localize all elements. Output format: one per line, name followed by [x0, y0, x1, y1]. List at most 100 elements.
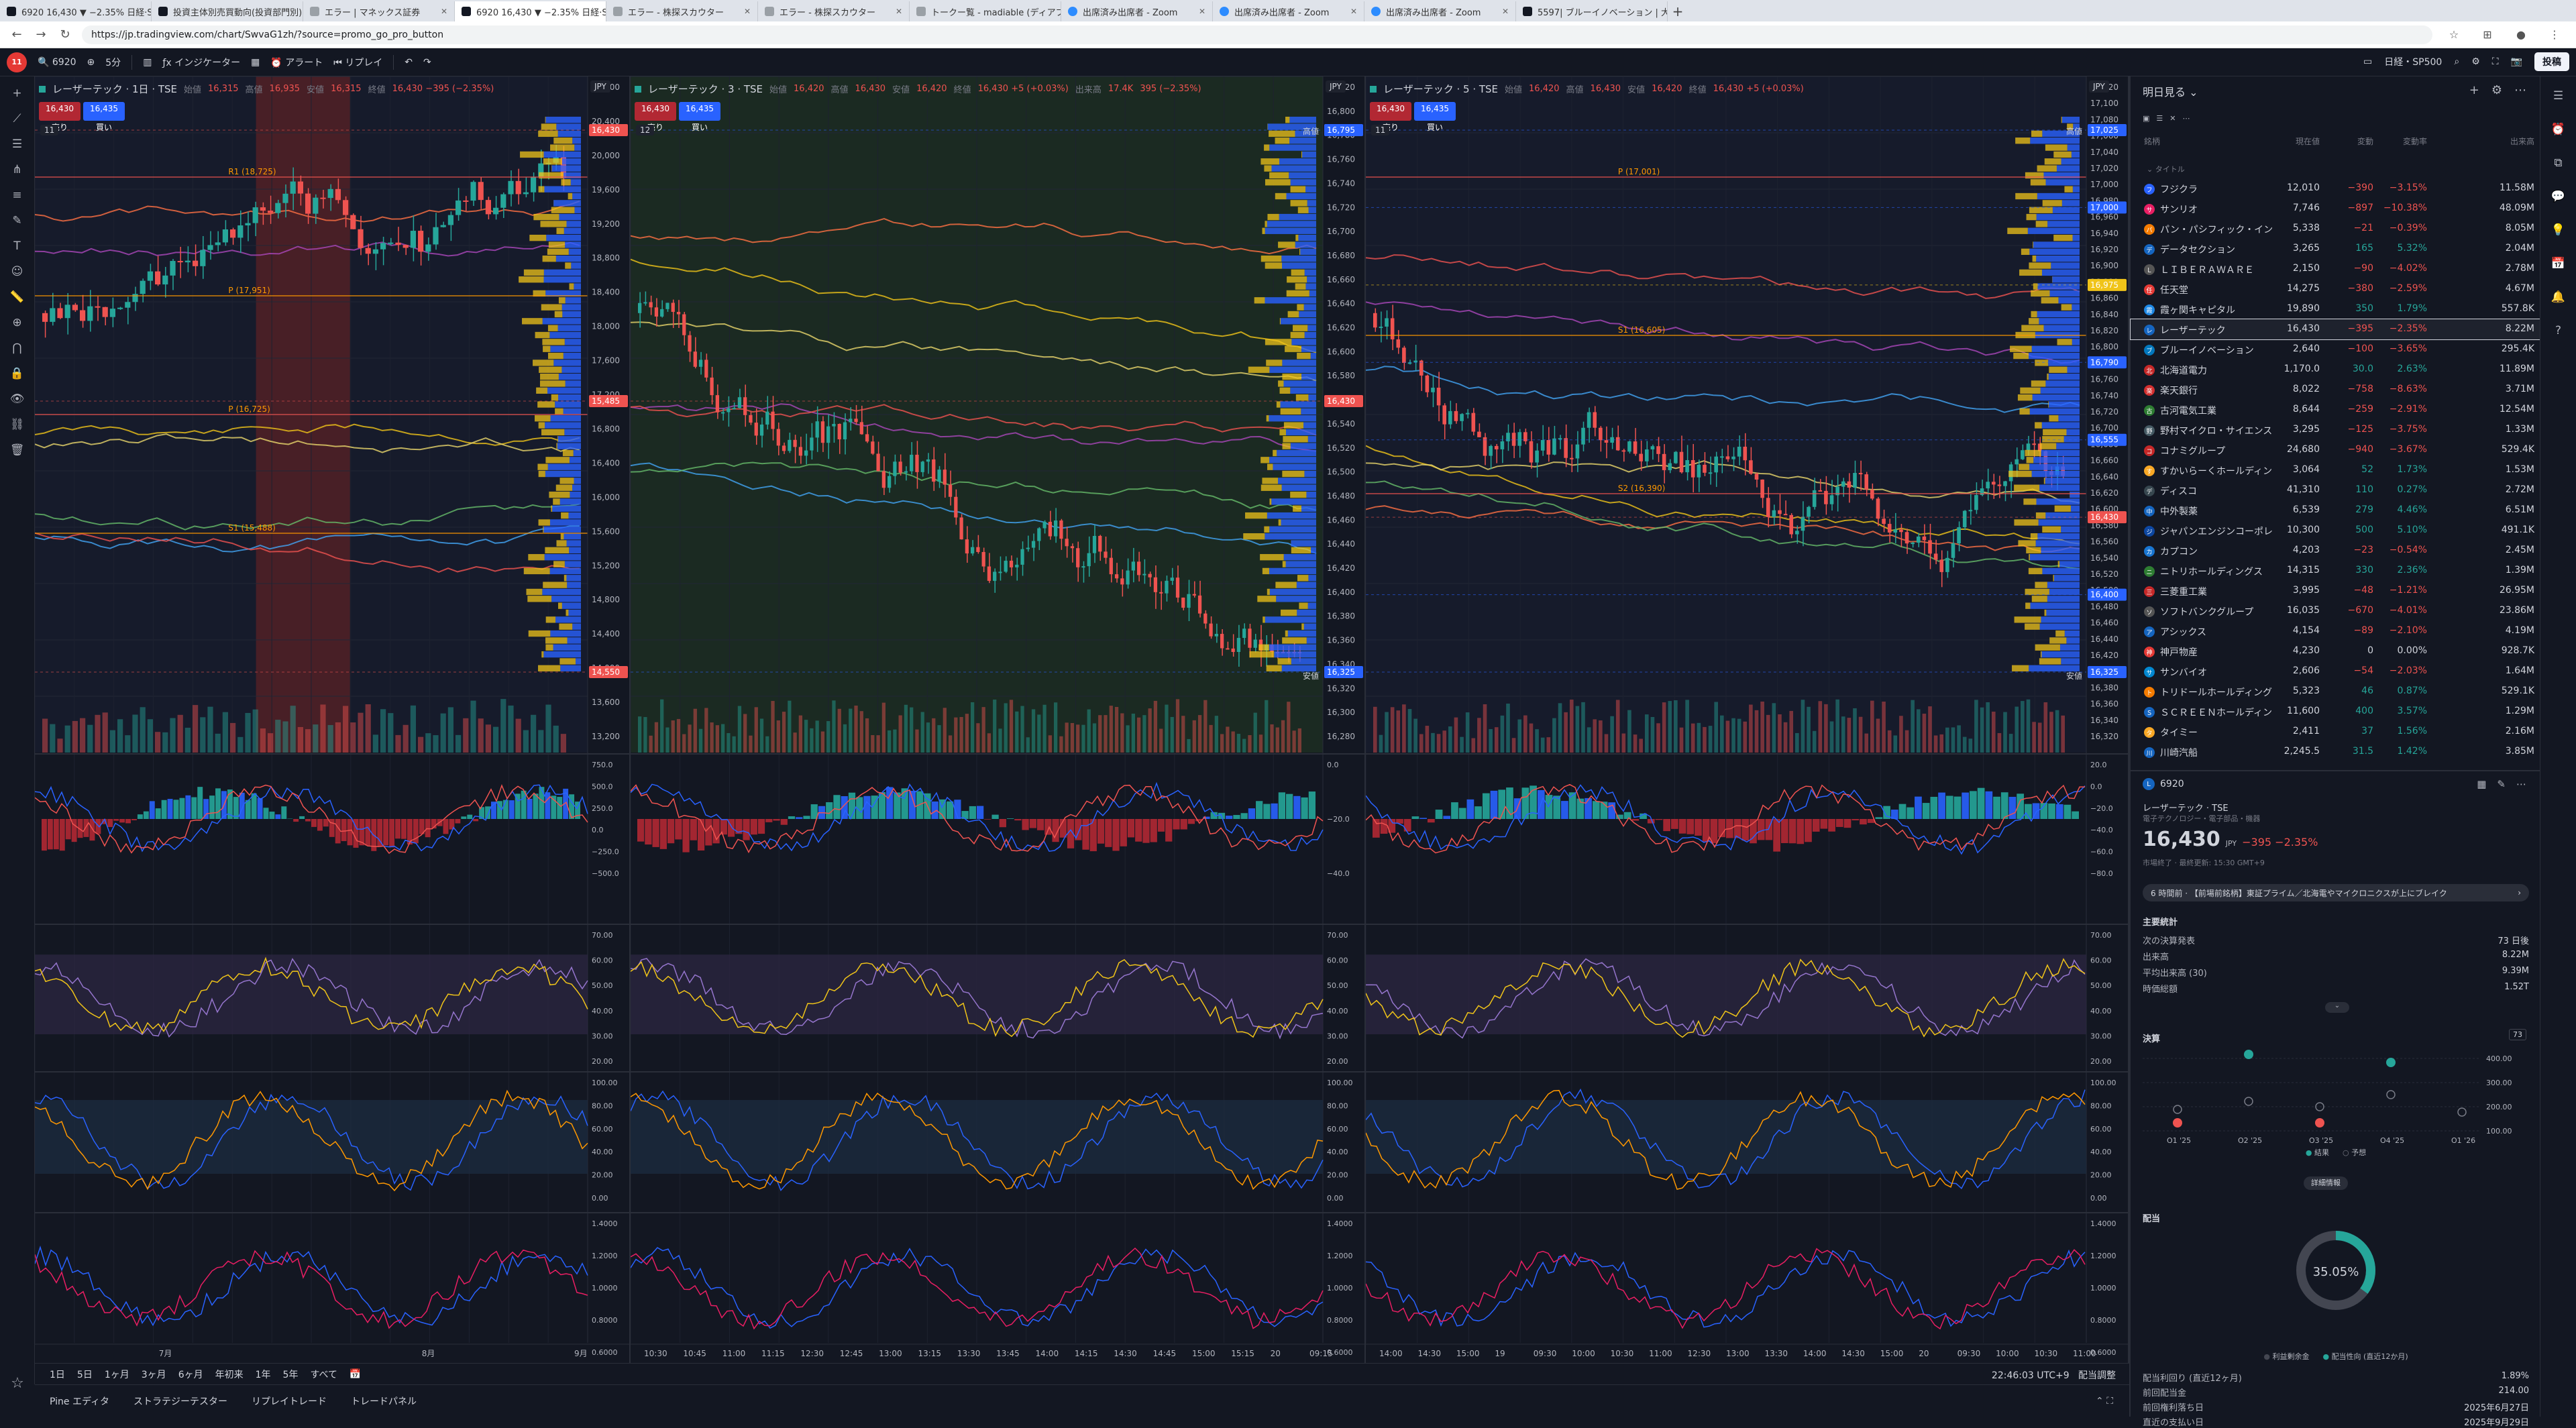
- range-button[interactable]: 年初来: [215, 1368, 244, 1381]
- layout-name[interactable]: 日経・SP500: [2384, 55, 2442, 68]
- buy-button[interactable]: 16,435買い: [679, 102, 720, 121]
- pitchfork-icon[interactable]: ⋔: [7, 160, 28, 180]
- publish-button[interactable]: 投稿: [2534, 52, 2569, 71]
- browser-tab[interactable]: エラー | マネックス証券✕: [303, 1, 455, 21]
- bottom-tab[interactable]: ストラテジーテスター: [133, 1394, 227, 1408]
- fullscreen-icon[interactable]: ⛶: [2492, 56, 2499, 67]
- range-button[interactable]: 1ヶ月: [105, 1368, 129, 1381]
- quick-search-icon[interactable]: ⌕: [2454, 56, 2459, 67]
- watchlist-row[interactable]: 任任天堂14,275−380−2.59%4.67M: [2131, 279, 2541, 299]
- col-last[interactable]: 現在値: [2296, 135, 2320, 147]
- reload-icon[interactable]: ↻: [58, 28, 72, 42]
- more-icon[interactable]: ⋯: [2516, 778, 2526, 790]
- close-icon[interactable]: ✕: [1502, 7, 1509, 16]
- sell-button[interactable]: 16,430売り: [1370, 102, 1411, 121]
- flag-chip[interactable]: ▣: [2143, 114, 2149, 123]
- news-banner[interactable]: 6 時間前 · 【前場前銘柄】東証プライム／北海電やマイクロニクスが上にブレイク…: [2143, 884, 2529, 901]
- list-chip[interactable]: ☰: [2156, 114, 2163, 123]
- range-button[interactable]: 1日: [50, 1368, 65, 1381]
- edit-icon[interactable]: ✎: [2497, 778, 2506, 790]
- browser-tab[interactable]: 6920 16,430 ▼ −2.35% 日経·SP5✕: [0, 1, 152, 21]
- watchlist-row[interactable]: 三三菱重工業3,995−48−1.21%26.95M: [2131, 581, 2541, 601]
- back-icon[interactable]: ←: [9, 28, 24, 42]
- ideas-icon[interactable]: 💡: [2548, 220, 2569, 240]
- earnings-more-button[interactable]: 詳細情報: [2304, 1176, 2348, 1190]
- watchlist-row[interactable]: 中中外製薬6,5392794.46%6.51M: [2131, 500, 2541, 520]
- range-button[interactable]: すべて: [310, 1368, 337, 1381]
- range-button[interactable]: 3ヶ月: [142, 1368, 166, 1381]
- sell-button[interactable]: 16,430売り: [39, 102, 80, 121]
- watchlist-row[interactable]: フフジクラ12,010−390−3.15%11.58M: [2131, 178, 2541, 199]
- crosshair-icon[interactable]: +: [7, 83, 28, 103]
- chart-title[interactable]: レーザーテック · 5 · TSE: [1383, 82, 1498, 96]
- forward-icon[interactable]: →: [34, 28, 48, 42]
- watchlist-row[interactable]: トトリドールホールディング5,323460.87%529.1K: [2131, 681, 2541, 702]
- col-change[interactable]: 変動: [2357, 135, 2373, 147]
- watchlist-section[interactable]: ⌄ タイトル: [2147, 164, 2185, 174]
- object-tree-icon[interactable]: ⧉: [2548, 153, 2569, 173]
- close-icon[interactable]: ✕: [896, 7, 902, 16]
- watchlist-row[interactable]: デデータセクション3,2651655.32%2.04M: [2131, 239, 2541, 259]
- browser-tab[interactable]: 5597| ブルーイノベーション | 大口の空✕: [1516, 1, 1668, 21]
- horizontal-lines-icon[interactable]: ☰: [7, 134, 28, 154]
- currency-label[interactable]: JPY: [2089, 80, 2109, 93]
- bottom-tab[interactable]: Pine エディタ: [50, 1394, 109, 1408]
- layout-icon[interactable]: ▭: [2363, 56, 2372, 67]
- collapse-icon[interactable]: ⌃ ⛶: [2096, 1396, 2113, 1407]
- calendar-icon[interactable]: 📅: [2548, 254, 2569, 274]
- chat-icon[interactable]: 💬: [2548, 186, 2569, 207]
- chart-pane-3min[interactable]: 16,82016,80016,78016,76016,74016,72016,7…: [631, 76, 1366, 1363]
- range-button[interactable]: 6ヶ月: [178, 1368, 203, 1381]
- pattern-icon[interactable]: ☺: [7, 262, 28, 282]
- watchlist-icon[interactable]: ☰: [2548, 86, 2569, 106]
- close-icon[interactable]: ✕: [744, 7, 751, 16]
- lock-icon[interactable]: 🔒: [7, 364, 28, 384]
- indicator-count-badge[interactable]: 12: [636, 125, 654, 135]
- watchlist-row[interactable]: すすかいらーくホールディン3,064521.73%1.53M: [2131, 460, 2541, 480]
- buy-button[interactable]: 16,435買い: [83, 102, 125, 121]
- chart-pane-daily[interactable]: R1 (18,725)P (17,951)P (16,725)S1 (15,48…: [35, 76, 631, 1363]
- watchlist-row[interactable]: パパン・パシフィック・イン5,338−21−0.39%8.05M: [2131, 219, 2541, 239]
- eye-icon[interactable]: 👁: [7, 389, 28, 409]
- range-button[interactable]: 5年: [283, 1368, 299, 1381]
- favorites-icon[interactable]: ☆: [7, 1375, 28, 1396]
- earnings-badge[interactable]: 73: [2509, 1029, 2526, 1040]
- browser-tab[interactable]: エラー - 株探スカウター✕: [606, 1, 758, 21]
- redo-icon[interactable]: ↷: [423, 57, 431, 68]
- browser-tab[interactable]: 出席済み出席者 - Zoom✕: [1061, 1, 1213, 21]
- watchlist-row[interactable]: カカプコン4,203−23−0.54%2.45M: [2131, 541, 2541, 561]
- browser-tab[interactable]: エラー - 株探スカウター✕: [758, 1, 910, 21]
- symbol-search[interactable]: 🔍 6920: [38, 57, 76, 68]
- watchlist-row[interactable]: ニニトリホールディングス14,3153302.36%1.39M: [2131, 561, 2541, 581]
- currency-label[interactable]: JPY: [590, 80, 610, 93]
- interval-button[interactable]: 5分: [105, 56, 121, 69]
- watchlist-row[interactable]: 楽楽天銀行8,022−758−8.63%3.71M: [2131, 380, 2541, 400]
- buy-button[interactable]: 16,435買い: [1414, 102, 1456, 121]
- more-chip[interactable]: ⋯: [2183, 114, 2190, 123]
- fib-icon[interactable]: ≡: [7, 185, 28, 205]
- watchlist-row[interactable]: タタイミー2,411371.56%2.16M: [2131, 722, 2541, 742]
- undo-icon[interactable]: ↶: [405, 57, 413, 68]
- new-tab-icon[interactable]: +: [1668, 1, 1688, 21]
- trash-icon[interactable]: 🗑: [7, 440, 28, 460]
- brush-icon[interactable]: ✎: [7, 211, 28, 231]
- alerts-icon[interactable]: ⏰: [2548, 119, 2569, 140]
- watchlist-row[interactable]: ＬＬＩＢＥＲＡＷＡＲＥ2,150−90−4.02%2.78M: [2131, 259, 2541, 279]
- watchlist-row[interactable]: ササンバイオ2,606−54−2.03%1.64M: [2131, 661, 2541, 681]
- star-icon[interactable]: ☆: [2442, 28, 2466, 41]
- watchlist-row[interactable]: 川川崎汽船2,245.531.51.42%3.85M: [2131, 742, 2541, 762]
- more-icon[interactable]: ⋯: [2514, 83, 2526, 97]
- magnet-icon[interactable]: ⋂: [7, 338, 28, 358]
- goto-date-icon[interactable]: 📅: [350, 1369, 361, 1380]
- indicators-button[interactable]: ƒx インジケーター: [162, 56, 240, 69]
- watchlist-row[interactable]: ブブルーイノベーション2,640−100−3.65%295.4K: [2131, 339, 2541, 360]
- watchlist-row[interactable]: 北北海道電力1,170.030.02.63%11.89M: [2131, 360, 2541, 380]
- browser-tab[interactable]: 出席済み出席者 - Zoom✕: [1213, 1, 1364, 21]
- close-icon[interactable]: ✕: [441, 7, 447, 16]
- browser-tab[interactable]: 出席済み出席者 - Zoom✕: [1364, 1, 1516, 21]
- extension-icon[interactable]: ⊞: [2475, 28, 2500, 41]
- watchlist-title[interactable]: 明日見る ⌄: [2143, 83, 2198, 99]
- watchlist-row[interactable]: ＳＳＣＲＥＥＮホールディン11,6004003.57%1.29M: [2131, 702, 2541, 722]
- watchlist-row[interactable]: 神神戸物産4,23000.00%928.7K: [2131, 641, 2541, 661]
- bottom-tab[interactable]: リプレイトレード: [252, 1394, 327, 1408]
